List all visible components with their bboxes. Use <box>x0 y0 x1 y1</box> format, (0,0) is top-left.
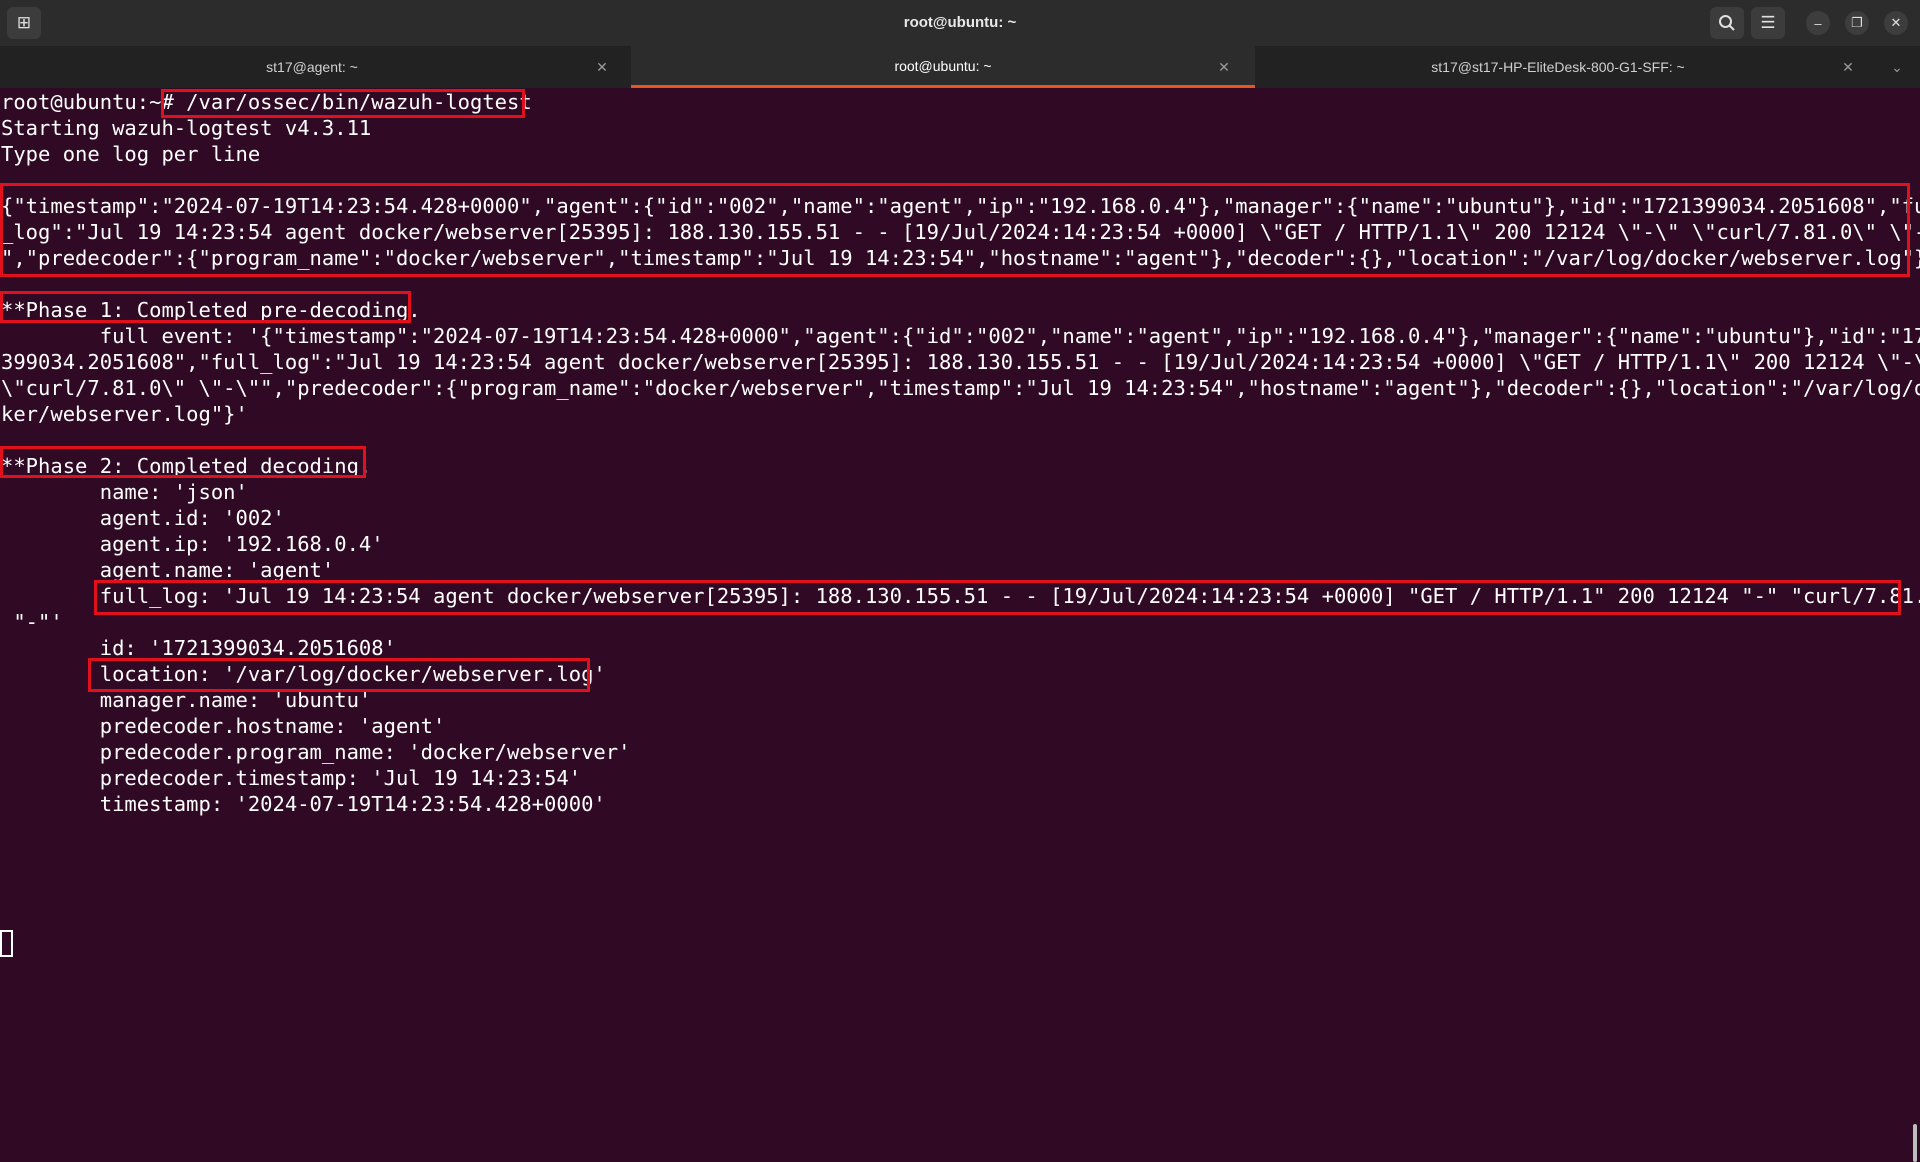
terminal-line: predecoder.timestamp: 'Jul 19 14:23:54' <box>1 766 582 790</box>
highlight-full-log <box>94 580 1901 615</box>
close-icon[interactable]: ✕ <box>1884 11 1908 35</box>
highlight-command <box>161 89 525 118</box>
window-title: root@ubuntu: ~ <box>903 14 1017 31</box>
terminal-line: predecoder.program_name: 'docker/webserv… <box>1 740 631 764</box>
tab-label: root@ubuntu: ~ <box>894 57 992 74</box>
terminal-cursor <box>0 930 13 957</box>
tab-root-ubuntu[interactable]: root@ubuntu: ~ <box>631 46 1255 88</box>
tab-bar: st17@agent: ~ ✕ root@ubuntu: ~ ✕ st17@st… <box>0 46 1920 88</box>
tab-list-chevron-icon[interactable]: ⌄ <box>1887 57 1907 77</box>
highlight-phase2 <box>0 446 366 478</box>
tab-close-icon[interactable]: ✕ <box>1838 57 1858 77</box>
tab-label: st17@st17-HP-EliteDesk-800-G1-SFF: ~ <box>1431 59 1685 75</box>
terminal-line: Starting wazuh-logtest v4.3.11 <box>1 116 372 140</box>
scrollbar[interactable] <box>1913 1124 1917 1162</box>
terminal-line: full event: '{"timestamp":"2024-07-19T14… <box>1 324 1920 348</box>
terminal-line: "-"' <box>1 610 63 634</box>
highlight-json-input <box>0 183 1910 277</box>
tab-st17-agent[interactable]: st17@agent: ~ <box>0 46 624 88</box>
tab-st17-hp[interactable]: st17@st17-HP-EliteDesk-800-G1-SFF: ~ <box>1246 46 1870 88</box>
terminal-line: agent.id: '002' <box>1 506 285 530</box>
terminal-line: agent.ip: '192.168.0.4' <box>1 532 384 556</box>
tab-label: st17@agent: ~ <box>266 59 358 75</box>
maximize-icon[interactable]: ❐ <box>1845 11 1869 35</box>
search-icon[interactable] <box>1710 7 1744 39</box>
terminal-line: \"curl/7.81.0\" \"-\"","predecoder":{"pr… <box>1 376 1920 400</box>
tab-close-icon[interactable]: ✕ <box>592 57 612 77</box>
menu-icon[interactable]: ☰ <box>1751 7 1785 39</box>
minimize-icon[interactable]: – <box>1806 11 1830 35</box>
terminal-line: predecoder.hostname: 'agent' <box>1 714 446 738</box>
highlight-location <box>88 658 590 692</box>
terminal-line: 399034.2051608","full_log":"Jul 19 14:23… <box>1 350 1920 374</box>
terminal-line: Type one log per line <box>1 142 261 166</box>
terminal[interactable]: root@ubuntu:~# /var/ossec/bin/wazuh-logt… <box>0 88 1920 1162</box>
title-bar: ⊞ root@ubuntu: ~ ☰ – ❐ ✕ <box>0 0 1920 46</box>
terminal-line: ker/webserver.log"}' <box>1 402 248 426</box>
terminal-line: name: 'json' <box>1 480 248 504</box>
highlight-phase1 <box>0 291 411 323</box>
terminal-line: timestamp: '2024-07-19T14:23:54.428+0000… <box>1 792 606 816</box>
tab-close-icon[interactable]: ✕ <box>1214 57 1234 77</box>
